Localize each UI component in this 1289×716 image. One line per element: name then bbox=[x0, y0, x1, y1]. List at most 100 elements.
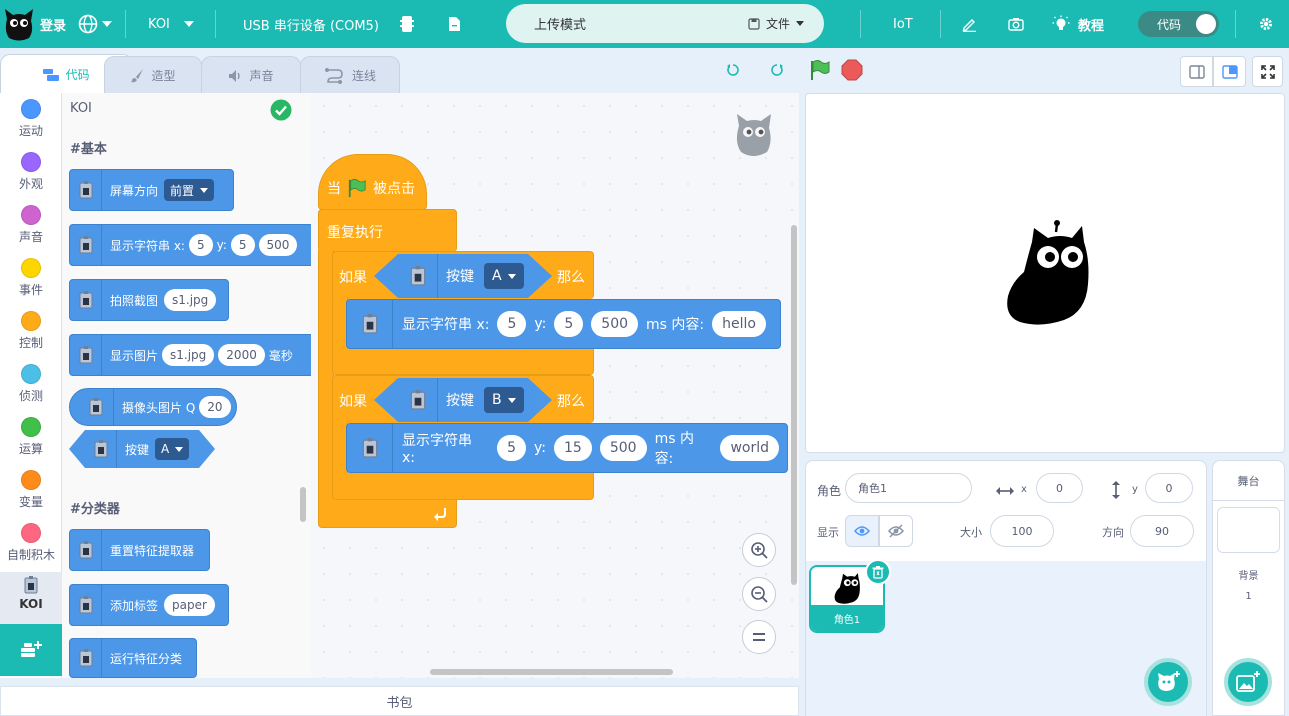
category-control[interactable]: 控制 bbox=[0, 311, 62, 351]
add-extension-button[interactable] bbox=[0, 624, 62, 676]
zoom-in-button[interactable] bbox=[742, 533, 776, 567]
show-visible-button[interactable] bbox=[845, 515, 879, 547]
block-show-image[interactable]: 显示图片 s1.jpg 2000 毫秒 bbox=[69, 334, 312, 376]
category-sensing[interactable]: 侦测 bbox=[0, 364, 62, 404]
camera-button[interactable] bbox=[1008, 0, 1024, 48]
category-motion[interactable]: 运动 bbox=[0, 99, 62, 139]
redo-button[interactable] bbox=[765, 58, 789, 82]
show-hidden-button[interactable] bbox=[879, 515, 913, 547]
content-input[interactable]: world bbox=[720, 435, 779, 461]
palette-scrollbar[interactable] bbox=[300, 487, 306, 522]
forever-block[interactable]: 重复执行 bbox=[318, 209, 457, 252]
content-input[interactable]: hello bbox=[712, 311, 766, 337]
block-screen-direction[interactable]: 屏幕方向 前置 bbox=[69, 169, 234, 211]
tab-costume[interactable]: 造型 bbox=[104, 56, 202, 94]
block-button-pressed[interactable]: 按键 A bbox=[69, 430, 215, 468]
zoom-out-button[interactable] bbox=[742, 577, 776, 611]
size-input[interactable]: 100 bbox=[990, 515, 1054, 547]
show-string-block-2[interactable]: 显示字符串 x: 5 y: 15 500 ms 内容: world bbox=[346, 423, 788, 473]
stage-canvas[interactable] bbox=[805, 93, 1285, 453]
add-backdrop-button[interactable] bbox=[1224, 658, 1272, 706]
code-mode-toggle[interactable]: 代码 bbox=[1138, 11, 1219, 37]
green-flag-button[interactable] bbox=[808, 58, 832, 82]
button-dropdown[interactable]: A bbox=[155, 438, 190, 460]
category-operators[interactable]: 运算 bbox=[0, 417, 62, 457]
y-input[interactable]: 5 bbox=[230, 234, 255, 256]
stop-button[interactable] bbox=[840, 58, 864, 82]
delete-sprite-button[interactable] bbox=[865, 559, 891, 585]
small-stage-button[interactable] bbox=[1180, 56, 1213, 87]
new-file-button[interactable] bbox=[448, 0, 461, 48]
koi-device-icon bbox=[78, 388, 114, 426]
filename-input[interactable]: s1.jpg bbox=[164, 289, 217, 311]
category-sound[interactable]: 声音 bbox=[0, 205, 62, 245]
tab-connect[interactable]: 连线 bbox=[300, 56, 400, 94]
language-menu[interactable] bbox=[78, 0, 112, 48]
x-input[interactable]: 5 bbox=[188, 234, 213, 256]
y-input[interactable]: 15 bbox=[554, 435, 592, 461]
block-snapshot[interactable]: 拍照截图 s1.jpg bbox=[69, 279, 229, 321]
koi-logo-icon[interactable] bbox=[3, 5, 35, 43]
stage-backdrop-thumbnail[interactable] bbox=[1217, 507, 1280, 553]
filename-input[interactable]: s1.jpg bbox=[162, 344, 215, 366]
button-dropdown[interactable]: B bbox=[484, 387, 524, 413]
menu-bar: 登录 KOI USB 串行设备 (COM5) 上传模式 文件 IoT 教程 代码 bbox=[0, 0, 1289, 48]
login-button[interactable]: 登录 bbox=[40, 0, 66, 48]
serial-port-select[interactable]: USB 串行设备 (COM5) bbox=[243, 0, 379, 48]
category-looks[interactable]: 外观 bbox=[0, 152, 62, 192]
direction-input[interactable]: 90 bbox=[1130, 515, 1194, 547]
category-label: 运动 bbox=[18, 124, 43, 138]
category-variables[interactable]: 变量 bbox=[0, 470, 62, 510]
sprite-name-input[interactable]: 角色1 bbox=[845, 473, 972, 503]
upload-mode-bar[interactable]: 上传模式 文件 bbox=[506, 4, 824, 43]
block-label: 运行特征分类 bbox=[110, 651, 183, 666]
koi-device-icon bbox=[24, 576, 38, 594]
show-string-block-1[interactable]: 显示字符串 x: 5 y: 5 500 ms 内容: hello bbox=[346, 299, 781, 349]
undo-button[interactable] bbox=[721, 58, 745, 82]
x-input[interactable]: 5 bbox=[497, 435, 527, 461]
block-add-tag[interactable]: 添加标签 paper bbox=[69, 584, 229, 626]
ms-input[interactable]: 500 bbox=[591, 311, 639, 337]
x-input[interactable]: 0 bbox=[1036, 473, 1083, 503]
block-run-classifier[interactable]: 运行特征分类 bbox=[69, 638, 197, 678]
tutorial-button[interactable]: 教程 bbox=[1052, 0, 1104, 48]
category-koi[interactable]: KOI bbox=[0, 572, 62, 624]
when-flag-clicked-block[interactable]: 当 被点击 bbox=[318, 154, 427, 210]
settings-button[interactable] bbox=[1258, 0, 1274, 48]
add-sprite-button[interactable] bbox=[1144, 658, 1192, 706]
button-dropdown[interactable]: A bbox=[484, 263, 524, 289]
edit-button[interactable] bbox=[962, 0, 977, 48]
koi-cat-sprite[interactable] bbox=[1002, 220, 1092, 328]
category-events[interactable]: 事件 bbox=[0, 258, 62, 298]
workspace-vertical-scrollbar[interactable] bbox=[791, 225, 797, 585]
iot-button[interactable]: IoT bbox=[893, 0, 913, 48]
block-reset-feature[interactable]: 重置特征提取器 bbox=[69, 529, 210, 571]
duration-input[interactable]: 2000 bbox=[218, 344, 265, 366]
x-input[interactable]: 5 bbox=[497, 311, 527, 337]
tag-input[interactable]: paper bbox=[164, 594, 215, 616]
koi-device-icon bbox=[70, 529, 102, 571]
ms-input[interactable]: 500 bbox=[599, 435, 647, 461]
file-menu[interactable]: 文件 bbox=[748, 15, 804, 32]
y-input[interactable]: 5 bbox=[554, 311, 584, 337]
button-condition-a[interactable]: 按键 A bbox=[374, 254, 552, 298]
button-condition-b[interactable]: 按键 B bbox=[374, 378, 552, 422]
tab-sound[interactable]: 声音 bbox=[201, 56, 301, 94]
block-show-string[interactable]: 显示字符串 x: 5 y: 5 500 bbox=[69, 224, 312, 266]
zoom-in-icon bbox=[751, 542, 768, 559]
large-stage-button[interactable] bbox=[1213, 56, 1246, 87]
device-connect-button[interactable] bbox=[400, 0, 414, 48]
fullscreen-button[interactable] bbox=[1252, 56, 1283, 87]
device-select[interactable]: KOI bbox=[148, 0, 194, 48]
quality-input[interactable]: 20 bbox=[199, 396, 231, 418]
screen-direction-dropdown[interactable]: 前置 bbox=[164, 179, 215, 201]
zoom-reset-button[interactable] bbox=[742, 620, 776, 654]
block-camera-image[interactable]: 摄像头图片 Q 20 bbox=[69, 388, 237, 426]
y-input[interactable]: 0 bbox=[1145, 473, 1193, 503]
ms-input[interactable]: 500 bbox=[258, 234, 298, 256]
zoom-out-icon bbox=[751, 586, 768, 603]
device-icon bbox=[400, 16, 414, 32]
workspace-horizontal-scrollbar[interactable] bbox=[430, 669, 673, 675]
category-myblocks[interactable]: 自制积木 bbox=[0, 523, 62, 563]
backpack-bar[interactable]: 书包 bbox=[0, 686, 799, 716]
